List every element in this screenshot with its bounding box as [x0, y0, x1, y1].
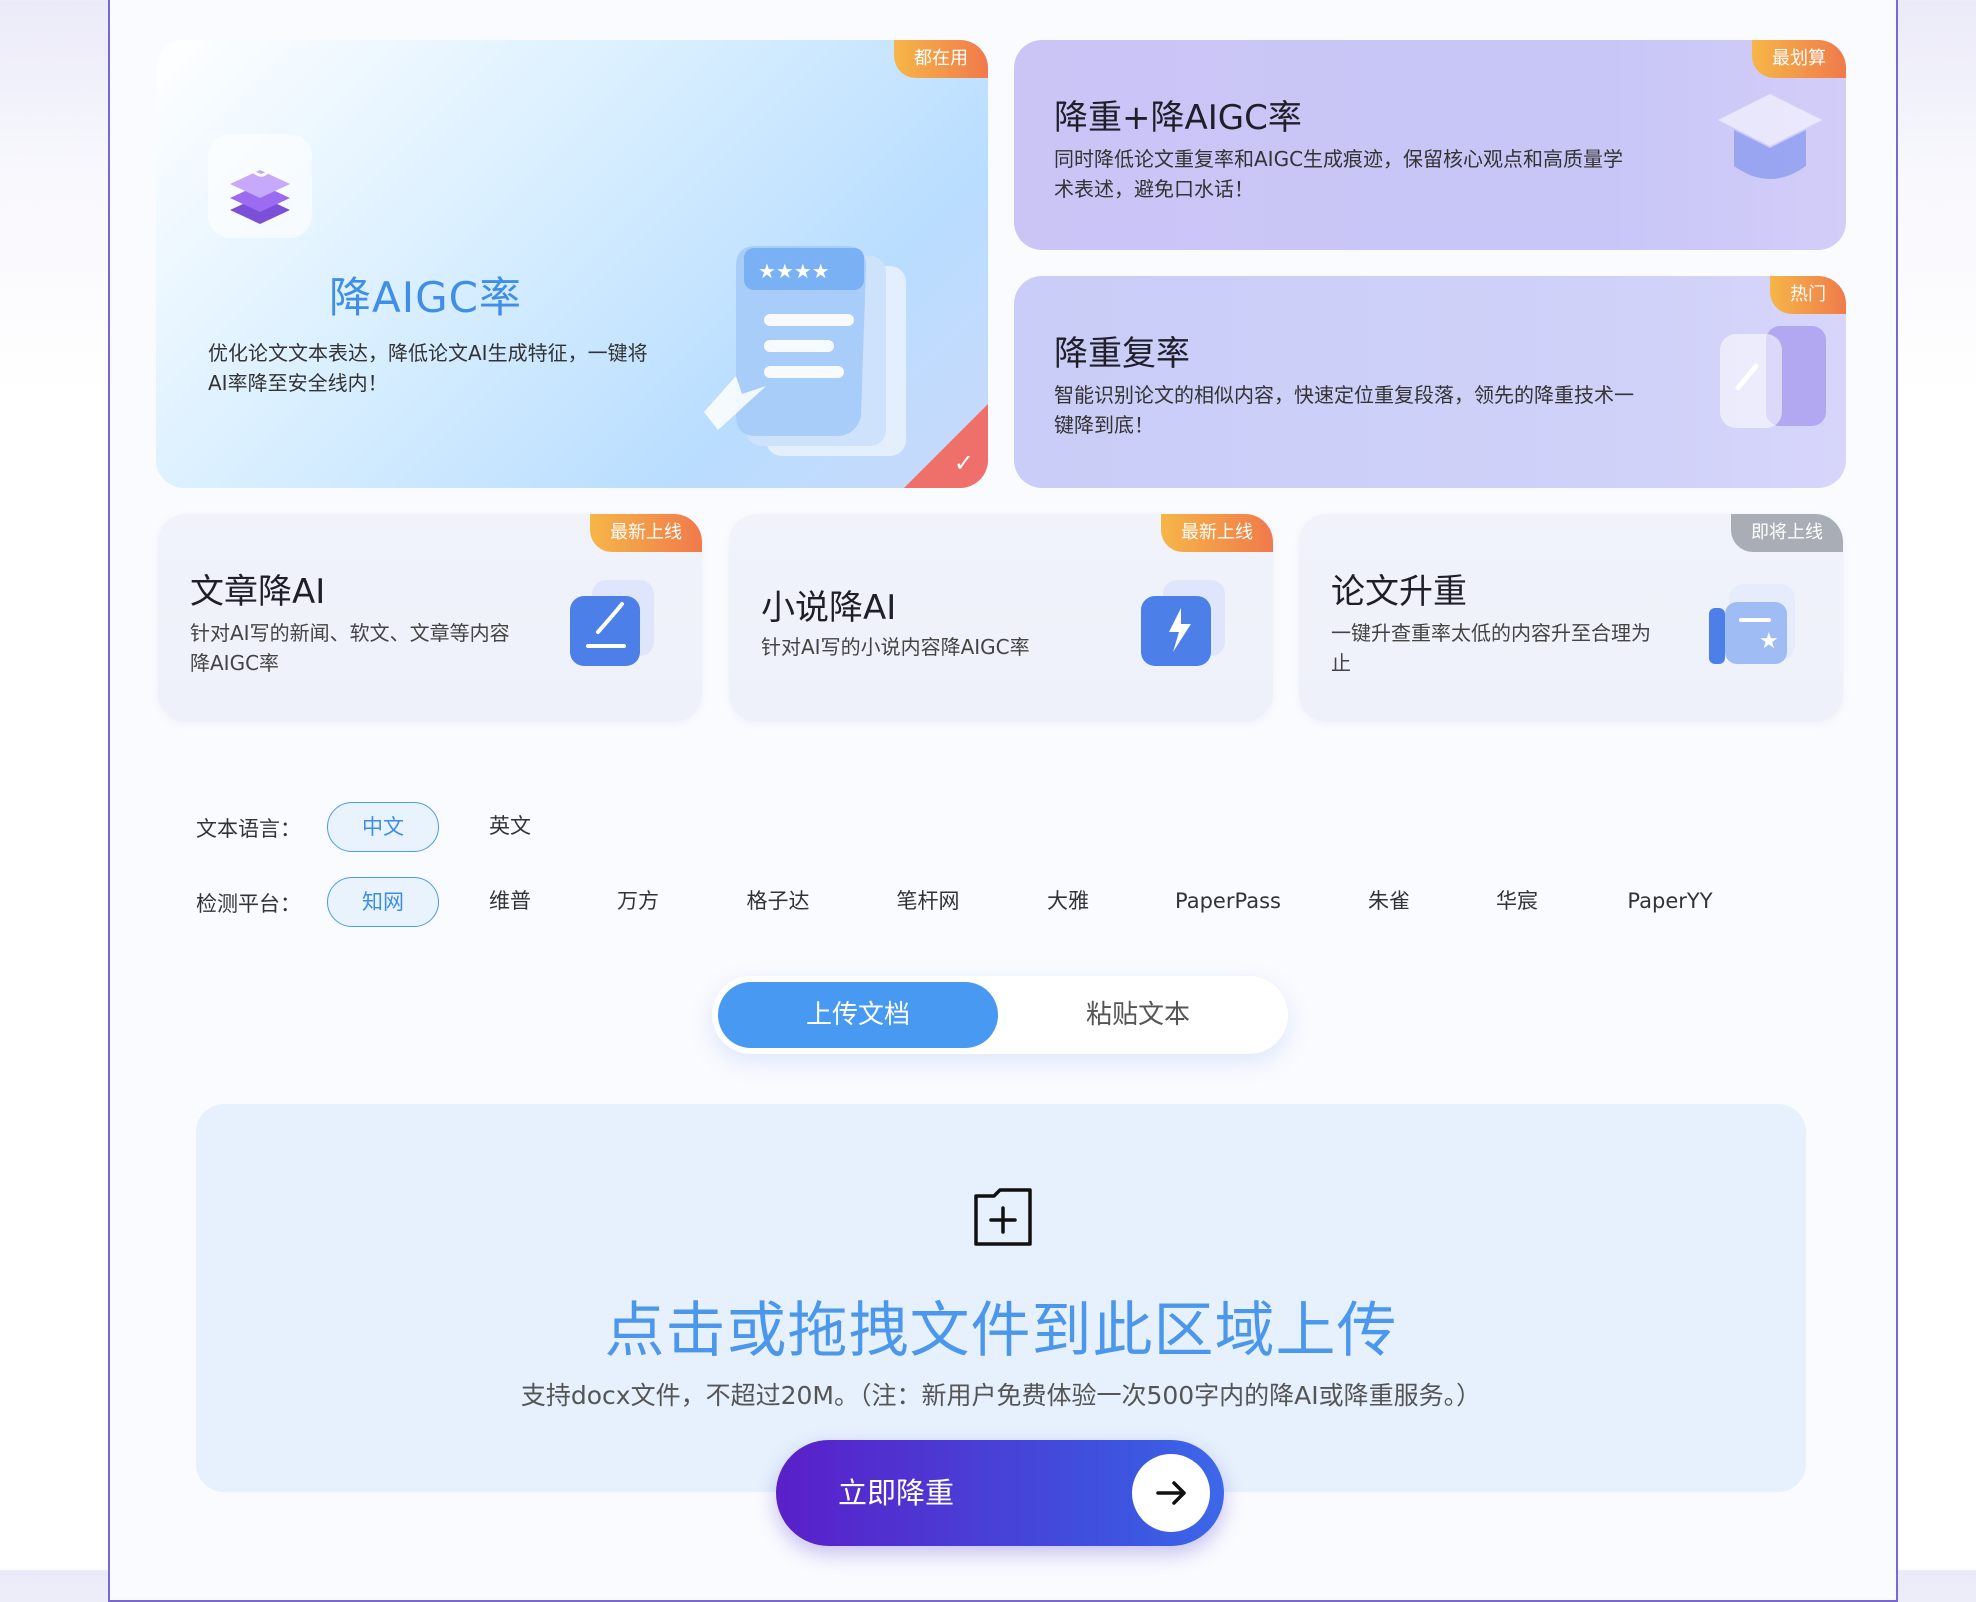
- tab-upload-document[interactable]: 上传文档: [718, 982, 998, 1048]
- language-label: 文本语言：: [196, 817, 301, 841]
- input-mode-switch: 上传文档 粘贴文本: [712, 976, 1288, 1054]
- svg-text:★: ★: [1759, 629, 1779, 654]
- platform-option-wanfang[interactable]: 万方: [583, 877, 693, 925]
- platform-option-zhuque[interactable]: 朱雀: [1334, 877, 1444, 925]
- card-desc: 优化论文文本表达，降低论文AI生成特征，一键将AI率降至安全线内！: [208, 341, 648, 395]
- language-option-chinese[interactable]: 中文: [327, 802, 439, 852]
- service-card-novel-ai[interactable]: 小说降AI 针对AI写的小说内容降AIGC率 最新上线: [729, 514, 1273, 722]
- platform-option-huachen[interactable]: 华宸: [1462, 877, 1572, 925]
- svg-text:★★★★: ★★★★: [758, 259, 830, 283]
- card-desc: 一键升查重率太低的内容升至合理为止: [1331, 621, 1651, 675]
- card-tag: 热门: [1770, 276, 1846, 314]
- language-selector: 文本语言：: [196, 803, 326, 853]
- service-card-article-ai[interactable]: 文章降AI 针对AI写的新闻、软文、文章等内容降AIGC率 最新上线: [158, 514, 702, 722]
- card-desc: 智能识别论文的相似内容，快速定位重复段落，领先的降重技术一键降到底！: [1054, 383, 1634, 437]
- upload-title: 点击或拖拽文件到此区域上传: [604, 1296, 1398, 1366]
- platform-option-vip[interactable]: 维普: [455, 877, 565, 925]
- start-reduce-button[interactable]: 立即降重: [776, 1440, 1224, 1546]
- cta-label: 立即降重: [838, 1476, 955, 1510]
- layers-icon: [208, 134, 312, 238]
- document-pair-icon: [1720, 326, 1826, 428]
- card-title: 降重复率: [1054, 334, 1190, 374]
- card-title: 降AIGC率: [329, 273, 522, 322]
- card-title: 论文升重: [1331, 572, 1467, 612]
- service-card-increase-rate[interactable]: 论文升重 一键升查重率太低的内容升至合理为止 ★ 即将上线: [1299, 514, 1843, 722]
- folder-add-icon: [974, 1188, 1032, 1246]
- card-tag: 最划算: [1752, 40, 1846, 78]
- lightning-icon: [1141, 580, 1225, 666]
- card-tag: 最新上线: [590, 514, 702, 552]
- platform-option-bigan[interactable]: 笔杆网: [873, 877, 983, 925]
- platform-option-daya[interactable]: 大雅: [1013, 877, 1123, 925]
- document-illustration-icon: ★★★★: [704, 246, 906, 456]
- platform-option-cnki[interactable]: 知网: [327, 877, 439, 927]
- platform-option-gezida[interactable]: 格子达: [723, 877, 833, 925]
- service-card-reduce-aigc[interactable]: 降AIGC率 优化论文文本表达，降低论文AI生成特征，一键将AI率降至安全线内！…: [156, 40, 988, 488]
- card-title: 文章降AI: [190, 572, 326, 612]
- tab-paste-text[interactable]: 粘贴文本: [998, 982, 1278, 1048]
- language-option-english[interactable]: 英文: [455, 802, 565, 850]
- platform-option-paperyy[interactable]: PaperYY: [1610, 877, 1730, 925]
- card-title: 降重+降AIGC率: [1054, 98, 1302, 138]
- platform-label: 检测平台：: [196, 892, 301, 916]
- card-desc: 针对AI写的小说内容降AIGC率: [761, 635, 1030, 659]
- upload-dropzone[interactable]: 点击或拖拽文件到此区域上传 支持docx文件，不超过20M。（注：新用户免费体验…: [196, 1104, 1806, 1492]
- platform-option-paperpass[interactable]: PaperPass: [1163, 877, 1293, 925]
- folder-star-icon: ★: [1709, 584, 1795, 664]
- card-desc: 同时降低论文重复率和AIGC生成痕迹，保留核心观点和高质量学术表述，避免口水话！: [1054, 147, 1624, 201]
- card-tag: 最新上线: [1161, 514, 1273, 552]
- selected-corner: [904, 404, 988, 488]
- card-title: 小说降AI: [761, 588, 897, 628]
- check-icon: ✓: [953, 450, 974, 477]
- arrow-right-icon: [1132, 1454, 1210, 1532]
- pen-note-icon: [570, 580, 654, 666]
- graduation-cap-icon: [1718, 94, 1822, 179]
- platform-selector: 检测平台：: [196, 878, 326, 928]
- upload-hint: 支持docx文件，不超过20M。（注：新用户免费体验一次500字内的降AI或降重…: [520, 1381, 1482, 1410]
- card-tag: 即将上线: [1731, 514, 1843, 552]
- card-tag: 都在用: [894, 40, 988, 78]
- card-desc: 针对AI写的新闻、软文、文章等内容降AIGC率: [190, 621, 510, 675]
- service-card-reduce-duplication[interactable]: 降重复率 智能识别论文的相似内容，快速定位重复段落，领先的降重技术一键降到底！ …: [1014, 276, 1846, 488]
- service-card-reduce-both[interactable]: 降重+降AIGC率 同时降低论文重复率和AIGC生成痕迹，保留核心观点和高质量学…: [1014, 40, 1846, 250]
